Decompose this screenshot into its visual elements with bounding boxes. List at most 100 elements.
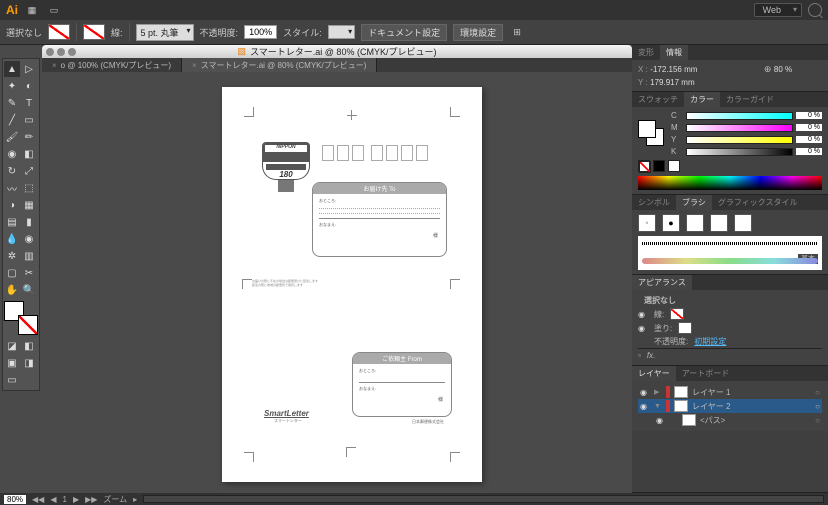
stroke-swatch[interactable] [83, 24, 105, 40]
artboard-nav-prev1[interactable]: ◀ [50, 495, 56, 504]
expand-icon[interactable]: ▶ [654, 388, 662, 396]
appearance-stroke-row[interactable]: ◉ 線: [638, 307, 822, 321]
tab-symbols[interactable]: シンボル [632, 195, 676, 210]
c-slider[interactable] [686, 112, 793, 120]
y-value[interactable]: 0 % [796, 136, 822, 143]
style-dropdown[interactable] [328, 25, 356, 39]
hand-tool[interactable]: ✋ [4, 282, 20, 298]
canvas[interactable]: NIPPON 180 お届け先 To おところ: おなまえ: 様 ご依頼主 Fr… [42, 72, 632, 493]
k-value[interactable]: 0 % [796, 148, 822, 155]
graph-tool[interactable]: ▥ [21, 248, 37, 264]
brush-preview[interactable]: 基本 [638, 236, 822, 270]
magic-wand-tool[interactable]: ✦ [4, 78, 20, 94]
draw-mode[interactable]: ◨ [21, 355, 37, 371]
arrange-icon[interactable]: ▭ [46, 2, 62, 18]
visibility-icon[interactable]: ◉ [638, 310, 648, 319]
brush-preset[interactable] [734, 214, 752, 232]
stroke-swatch[interactable] [670, 308, 684, 320]
brush-preset[interactable] [686, 214, 704, 232]
search-icon[interactable] [808, 3, 822, 17]
symbol-sprayer-tool[interactable]: ✲ [4, 248, 20, 264]
tab-transform[interactable]: 変形 [632, 45, 660, 60]
bridge-icon[interactable]: ▦ [24, 2, 40, 18]
fx-text[interactable]: fx. [647, 351, 655, 360]
rectangle-tool[interactable]: ▭ [21, 112, 37, 128]
change-screen-mode[interactable]: ▭ [4, 372, 20, 388]
rotate-tool[interactable]: ↻ [4, 163, 20, 179]
y-slider[interactable] [686, 136, 793, 144]
tab-color-guide[interactable]: カラーガイド [720, 92, 780, 107]
panel-fill-stroke[interactable] [638, 120, 666, 148]
lasso-tool[interactable]: ◐ [21, 78, 37, 94]
color-mode[interactable]: ◪ [4, 338, 20, 354]
expand-icon[interactable]: ▼ [654, 403, 662, 410]
direct-selection-tool[interactable]: ▷ [21, 61, 37, 77]
fill-swatch[interactable] [48, 24, 70, 40]
visibility-icon[interactable]: ◉ [640, 402, 650, 411]
tab-artboards[interactable]: アートボード [676, 366, 736, 381]
visibility-icon[interactable]: ◉ [640, 388, 650, 397]
eyedropper-tool[interactable]: 💧 [4, 231, 20, 247]
traffic-lights[interactable] [46, 48, 76, 56]
tab-brushes[interactable]: ブラシ [676, 195, 712, 210]
pen-tool[interactable]: ✎ [4, 95, 20, 111]
fill-stroke-picker[interactable] [4, 301, 38, 335]
type-tool[interactable]: T [21, 95, 37, 111]
spectrum-picker[interactable] [638, 176, 822, 190]
scale-tool[interactable]: ⤢ [21, 163, 37, 179]
artboard-number[interactable]: 1 [62, 495, 66, 504]
width-tool[interactable]: 〰 [4, 180, 20, 196]
artboard-tool[interactable]: ▢ [4, 265, 20, 281]
shape-builder-tool[interactable]: ◑ [4, 197, 20, 213]
mesh-tool[interactable]: ▤ [4, 214, 20, 230]
tab-appearance[interactable]: アピアランス [632, 275, 692, 290]
close-tab-icon[interactable]: × [192, 61, 197, 70]
c-value[interactable]: 0 % [796, 112, 822, 119]
document-tab[interactable]: × o @ 100% (CMYK/プレビュー) [42, 58, 182, 72]
fill-swatch[interactable] [678, 322, 692, 334]
brush-preset[interactable]: • [638, 214, 656, 232]
zoom-tool[interactable]: 🔍 [21, 282, 37, 298]
layer-row[interactable]: ◉ ▼ レイヤー 2 ○ [638, 399, 822, 413]
blob-brush-tool[interactable]: ◉ [4, 146, 20, 162]
k-slider[interactable] [686, 148, 793, 156]
m-slider[interactable] [686, 124, 793, 132]
visibility-icon[interactable]: ◉ [656, 416, 666, 425]
fx-icon[interactable]: ▫ [638, 351, 641, 360]
horizontal-scrollbar[interactable] [143, 495, 824, 503]
tab-info[interactable]: 情報 [660, 45, 688, 60]
stroke-color[interactable] [18, 315, 38, 335]
line-tool[interactable]: ╱ [4, 112, 20, 128]
visibility-icon[interactable]: ◉ [638, 324, 648, 333]
close-tab-icon[interactable]: × [52, 61, 57, 70]
artboard-nav-next1[interactable]: ▶ [73, 495, 79, 504]
appearance-fill-row[interactable]: ◉ 塗り: [638, 321, 822, 335]
blend-tool[interactable]: ◉ [21, 231, 37, 247]
align-icon[interactable]: ⊞ [509, 24, 525, 40]
appearance-opacity-row[interactable]: 不透明度: 初期設定 [638, 335, 822, 348]
artboard-nav-next[interactable]: ▶▶ [85, 495, 97, 504]
zoom-field[interactable]: 80% [4, 495, 26, 504]
pencil-tool[interactable]: ✏ [21, 129, 37, 145]
eraser-tool[interactable]: ◧ [21, 146, 37, 162]
brush-dropdown[interactable]: 5 pt. 丸筆 [136, 24, 194, 41]
m-value[interactable]: 0 % [796, 124, 822, 131]
free-transform-tool[interactable]: ⬚ [21, 180, 37, 196]
brush-preset[interactable] [710, 214, 728, 232]
screen-mode[interactable]: ▣ [4, 355, 20, 371]
document-tab[interactable]: × スマートレター.ai @ 80% (CMYK/プレビュー) [182, 58, 377, 72]
opacity-field[interactable]: 100% [244, 25, 277, 39]
gradient-mode[interactable]: ◧ [21, 338, 37, 354]
tab-color[interactable]: カラー [684, 92, 720, 107]
tab-graphic-styles[interactable]: グラフィックスタイル [712, 195, 804, 210]
tab-swatches[interactable]: スウォッチ [632, 92, 684, 107]
paintbrush-tool[interactable]: 🖌 [4, 129, 20, 145]
brush-preset[interactable]: ● [662, 214, 680, 232]
workspace-switcher[interactable]: Web [754, 3, 802, 17]
prefs-button[interactable]: 環境設定 [453, 24, 503, 41]
slice-tool[interactable]: ✂ [21, 265, 37, 281]
color-chips[interactable] [638, 160, 822, 172]
artboard[interactable]: NIPPON 180 お届け先 To おところ: おなまえ: 様 ご依頼主 Fr… [222, 87, 482, 482]
artboard-nav-prev[interactable]: ◀◀ [32, 495, 44, 504]
layer-row[interactable]: ◉ <パス> ○ [638, 413, 822, 427]
